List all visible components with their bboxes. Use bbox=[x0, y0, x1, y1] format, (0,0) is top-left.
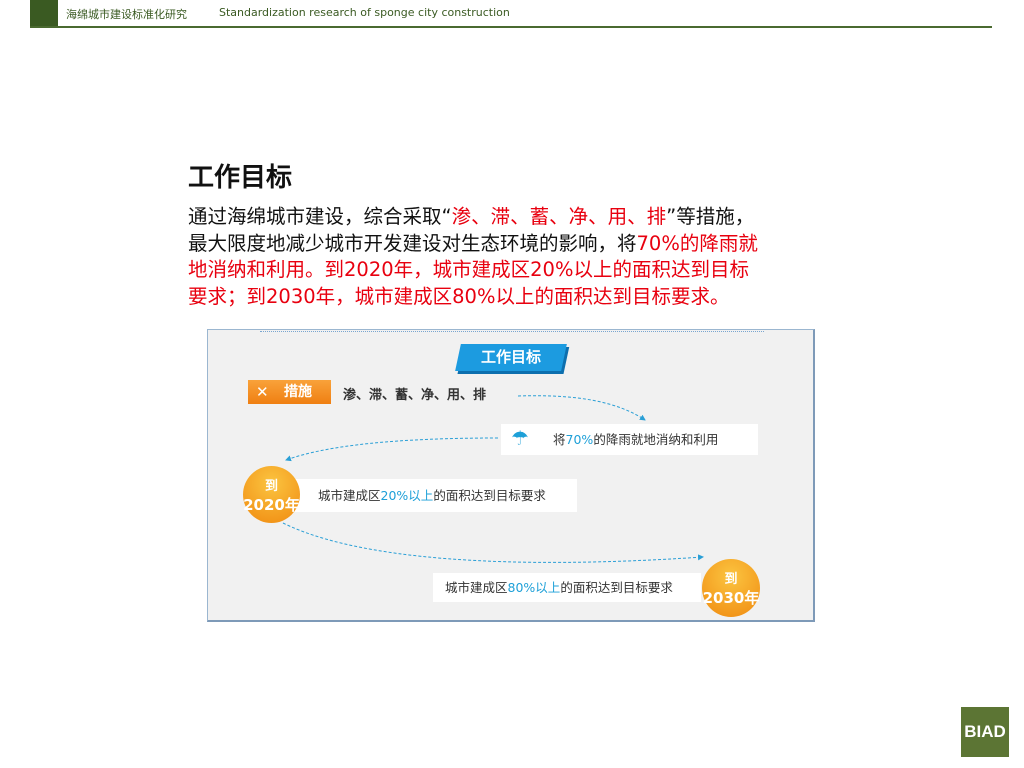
biad-logo: BIAD bbox=[961, 707, 1009, 757]
highlight-text: 要求；到2030年，城市建成区80%以上的面积达到目标要求。 bbox=[188, 284, 730, 308]
text: 城市建成区 bbox=[318, 488, 381, 503]
highlight-text: 渗、滞、蓄、净、用、排 bbox=[451, 205, 667, 228]
banner-label: 工作目标 bbox=[480, 348, 541, 366]
tag-label: 措施 bbox=[284, 384, 312, 400]
body-paragraph: 通过海绵城市建设，综合采取“渗、滞、蓄、净、用、排”等措施， 最大限度地减少城市… bbox=[188, 204, 758, 310]
text: 的面积达到目标要求 bbox=[560, 580, 673, 595]
year-2020-circle: 到 2020年 bbox=[243, 466, 300, 523]
goals-figure: 工作目标 ✕ 措施 渗、滞、蓄、净、用、排 ☂ 将70%的降雨就地消纳和利用 城市… bbox=[207, 329, 815, 622]
text: ”等措施， bbox=[666, 205, 755, 228]
arrow-rain-to-2020 bbox=[285, 437, 499, 462]
highlight: 20%以上 bbox=[380, 488, 434, 503]
highlight-text: 70%的降雨就 bbox=[636, 231, 758, 255]
tools-icon: ✕ bbox=[256, 383, 269, 401]
measures-text: 渗、滞、蓄、净、用、排 bbox=[343, 388, 487, 403]
header-accent-block bbox=[30, 0, 58, 27]
rain-goal-box: ☂ 将70%的降雨就地消纳和利用 bbox=[501, 424, 758, 455]
circle-year: 2030年 bbox=[702, 589, 760, 607]
header-cn-title: 海绵城市建设标准化研究 bbox=[66, 8, 187, 21]
umbrella-rain-icon: ☂ bbox=[511, 426, 529, 450]
circle-top: 到 bbox=[724, 572, 738, 587]
text: 通过海绵城市建设，综合采取“ bbox=[188, 205, 452, 228]
header-divider bbox=[30, 26, 992, 28]
text: 城市建成区 bbox=[445, 580, 508, 595]
goal-2020-box: 城市建成区20%以上的面积达到目标要求 bbox=[294, 479, 577, 512]
arrow-2020-to-2030 bbox=[282, 522, 704, 563]
text: 最大限度地减少城市开发建设对生态环境的影响，将 bbox=[188, 231, 637, 255]
page-title: 工作目标 bbox=[188, 163, 293, 193]
circle-year: 2020年 bbox=[243, 496, 300, 514]
text: 将 bbox=[553, 432, 566, 447]
year-2030-circle: 到 2030年 bbox=[702, 559, 760, 617]
arrow-measures-to-rain bbox=[517, 395, 646, 421]
circle-top: 到 bbox=[264, 479, 278, 494]
goal-2030-box: 城市建成区80%以上的面积达到目标要求 bbox=[433, 573, 701, 602]
measures-tag: ✕ 措施 bbox=[248, 380, 331, 404]
text: 的面积达到目标要求 bbox=[433, 488, 546, 503]
figure-banner: 工作目标 bbox=[455, 344, 567, 371]
text: 的降雨就地消纳和利用 bbox=[593, 432, 719, 447]
highlight: 70% bbox=[565, 432, 594, 447]
highlight: 80%以上 bbox=[507, 580, 561, 595]
header-en-title: Standardization research of sponge city … bbox=[219, 6, 510, 19]
highlight-text: 地消纳和利用。到2020年，城市建成区20%以上的面积达到目标 bbox=[188, 258, 749, 281]
